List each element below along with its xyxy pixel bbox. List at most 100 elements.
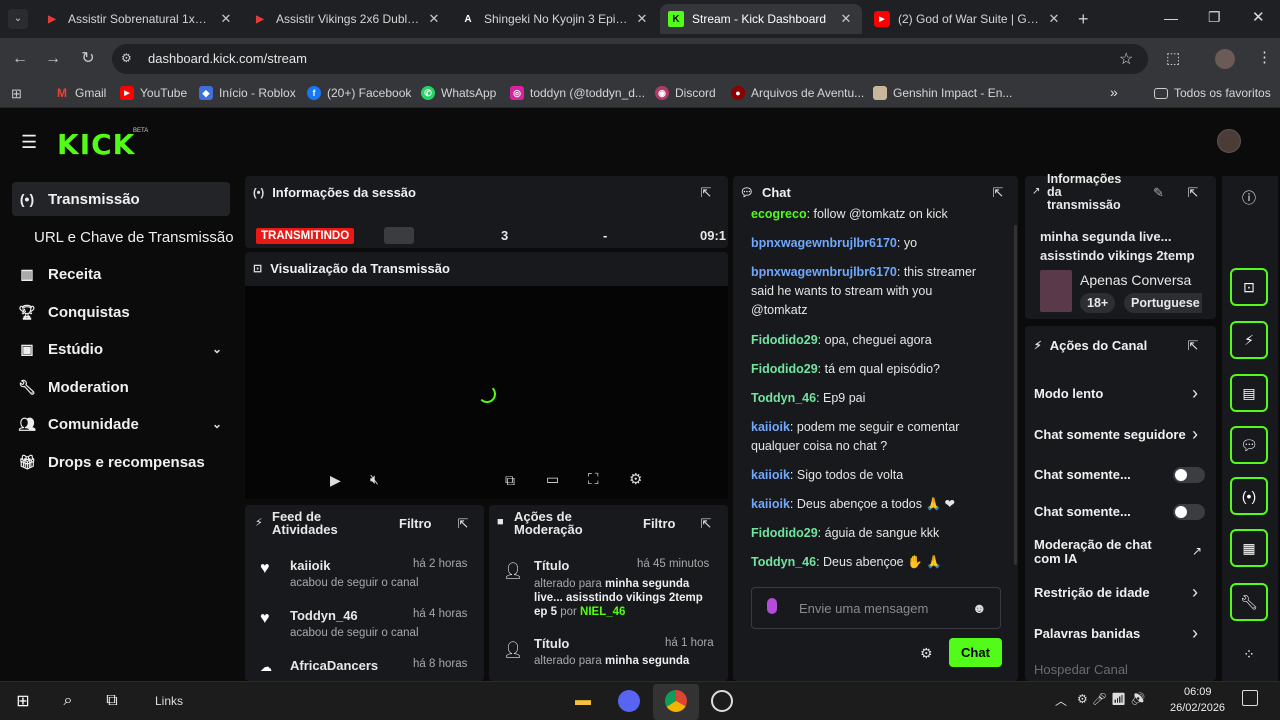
popout-icon[interactable]: ⇱ [455,516,471,532]
maximize-button[interactable]: ❐ [1208,9,1221,26]
miniplayer-icon[interactable]: ⧉ [505,472,515,489]
tab-close-icon[interactable]: ✕ [634,11,650,27]
action-ai-moderation[interactable]: Moderação de chat com IA [1034,538,1154,566]
toggle-switch[interactable] [1173,467,1205,483]
feed-user[interactable]: AfricaDancers [290,658,378,673]
forward-icon[interactable]: → [42,48,64,70]
tab-5[interactable]: ▶ (2) God of War Suite | God of ✕ [866,4,1070,34]
moderation-filter-button[interactable]: Filtro [643,516,676,531]
chevron-right-icon[interactable]: › [1192,623,1198,644]
sidebar-item-receita[interactable]: ▥ Receita [12,257,230,291]
chat-username[interactable]: bpnxwagewnbrujlbr6170 [751,236,897,250]
tray-chevron-up-icon[interactable]: ︿ [1055,692,1067,709]
sidebar-item-drops[interactable]: 🎁︎ Drops e recompensas [12,445,230,479]
menu-dots-icon[interactable]: ⋮ [1257,48,1272,66]
action-slow-mode[interactable]: Modo lento [1034,386,1206,401]
file-explorer-icon[interactable]: ▬ [570,688,596,714]
chevron-right-icon[interactable]: › [1192,383,1198,404]
tab-close-icon[interactable]: ✕ [1046,11,1062,27]
chat-username[interactable]: Toddyn_46 [751,555,816,569]
tab-close-icon[interactable]: ✕ [218,11,234,27]
chat-username[interactable]: Toddyn_46 [751,391,816,405]
action-banned-words[interactable]: Palavras banidas [1034,626,1206,641]
action-age-restriction[interactable]: Restrição de idade [1034,585,1206,600]
chevron-right-icon[interactable]: › [1192,582,1198,603]
feed-user[interactable]: Toddyn_46 [290,608,358,623]
obs-app-icon[interactable] [709,688,735,714]
bookmark-youtube[interactable]: ▶ YouTube [120,86,187,100]
feed-filter-button[interactable]: Filtro [399,516,432,531]
task-view-icon[interactable]: ⧉ [99,688,125,714]
back-icon[interactable]: ← [9,48,31,70]
play-icon[interactable]: ▶ [330,472,341,489]
popout-icon[interactable]: ⇱ [698,516,714,532]
external-link-icon[interactable]: ↗ [1192,544,1202,558]
chat-username[interactable]: kaiioik [751,468,790,482]
document-panel-icon[interactable]: ▤ [1230,374,1268,412]
chat-send-button[interactable]: Chat [949,638,1002,667]
chat-username[interactable]: kaiioik [751,497,790,511]
tab-1[interactable]: ▶ Assistir Sobrenatural 1x10 Du ✕ [36,4,242,34]
bookmark-instagram[interactable]: ◎ toddyn (@toddyn_d... [510,86,645,100]
close-window-button[interactable]: ✕ [1252,8,1265,26]
site-settings-icon[interactable]: ⚙ [121,51,132,65]
profile-avatar[interactable] [1215,49,1235,69]
bolt-panel-icon[interactable]: ⚡︎ [1230,321,1268,359]
edit-pencil-icon[interactable]: ✎ [1153,185,1164,201]
sidebar-item-moderation[interactable]: 🔧︎ Moderation [12,370,230,404]
apps-icon[interactable]: ⁘ [1230,635,1268,673]
hamburger-menu-icon[interactable]: ☰ [21,132,37,153]
bookmarks-overflow-icon[interactable]: » [1110,84,1118,100]
tab-3[interactable]: A Shingeki No Kyojin 3 Episod ✕ [452,4,658,34]
apps-grid-icon[interactable]: ⊞ [11,86,22,102]
feed-user[interactable]: kaiioik [290,558,330,573]
bookmark-star-icon[interactable]: ☆ [1119,49,1133,69]
bookmark-discord[interactable]: ◉ Discord [655,86,716,100]
sidebar-item-estudio[interactable]: ▣ Estúdio ⌄ [12,332,230,366]
sidebar-item-url-chave[interactable]: URL e Chave de Transmissão [34,220,244,254]
tray-icons[interactable]: ⚙🎤︎📶︎🔊︎ [1077,692,1149,706]
emoji-icon[interactable]: ☻ [972,600,987,616]
url-text[interactable]: dashboard.kick.com/stream [148,51,307,66]
sidebar-item-conquistas[interactable]: 🏆︎ Conquistas [12,295,230,329]
reload-icon[interactable]: ↻ [77,48,99,70]
mute-icon[interactable]: 🔇︎ [370,471,379,488]
settings-gear-icon[interactable]: ⚙ [629,470,642,488]
category-name[interactable]: Apenas Conversa [1080,272,1191,288]
chevron-right-icon[interactable]: › [1192,424,1198,445]
tab-close-icon[interactable]: ✕ [426,11,442,27]
tab-4-active[interactable]: K Stream - Kick Dashboard ✕ [660,4,862,34]
minimize-button[interactable]: — [1164,10,1178,26]
toggle-switch[interactable] [1173,504,1205,520]
extensions-icon[interactable]: ⬚ [1166,49,1180,67]
chrome-app-icon[interactable] [663,688,689,714]
chat-username[interactable]: bpnxwagewnbrujlbr6170 [751,265,897,279]
taskbar-time[interactable]: 06:09 [1184,686,1212,698]
wrench-panel-icon[interactable]: 🔧︎ [1230,583,1268,621]
chat-username[interactable]: Fidodido29 [751,526,818,540]
chat-username[interactable]: kaiioik [751,420,790,434]
popout-icon[interactable]: ⇱ [698,185,714,201]
action-host-channel[interactable]: Hospedar Canal [1034,662,1206,677]
popout-icon[interactable]: ⇱ [990,185,1006,201]
chat-settings-icon[interactable]: ⚙ [920,645,933,662]
discord-app-icon[interactable] [616,688,642,714]
new-tab-button[interactable]: + [1078,9,1089,30]
tab-close-icon[interactable]: ✕ [838,11,854,27]
bookmark-arquivos[interactable]: ● Arquivos de Aventu... [731,86,864,100]
microphone-icon[interactable] [767,598,777,614]
user-avatar[interactable] [1217,129,1241,153]
preview-panel-icon[interactable]: ⊡ [1230,268,1268,306]
chat-username[interactable]: Fidodido29 [751,362,818,376]
search-icon[interactable]: ⌕ [55,688,81,714]
broadcast-panel-icon[interactable]: (•) [1230,477,1268,515]
fullscreen-icon[interactable]: ⛶ [588,471,599,488]
bookmark-facebook[interactable]: f (20+) Facebook [307,86,411,100]
bookmark-genshin[interactable]: Genshin Impact - En... [873,86,1012,100]
taskbar-links[interactable]: Links [155,694,183,708]
chat-username[interactable]: ecogreco [751,207,807,221]
chat-panel-icon[interactable]: 💬︎ [1230,426,1268,464]
sidebar-item-transmissao[interactable]: (•) Transmissão [12,182,230,216]
all-favorites[interactable]: Todos os favoritos [1154,86,1271,100]
action-followers-only[interactable]: Chat somente seguidores [1034,427,1186,442]
